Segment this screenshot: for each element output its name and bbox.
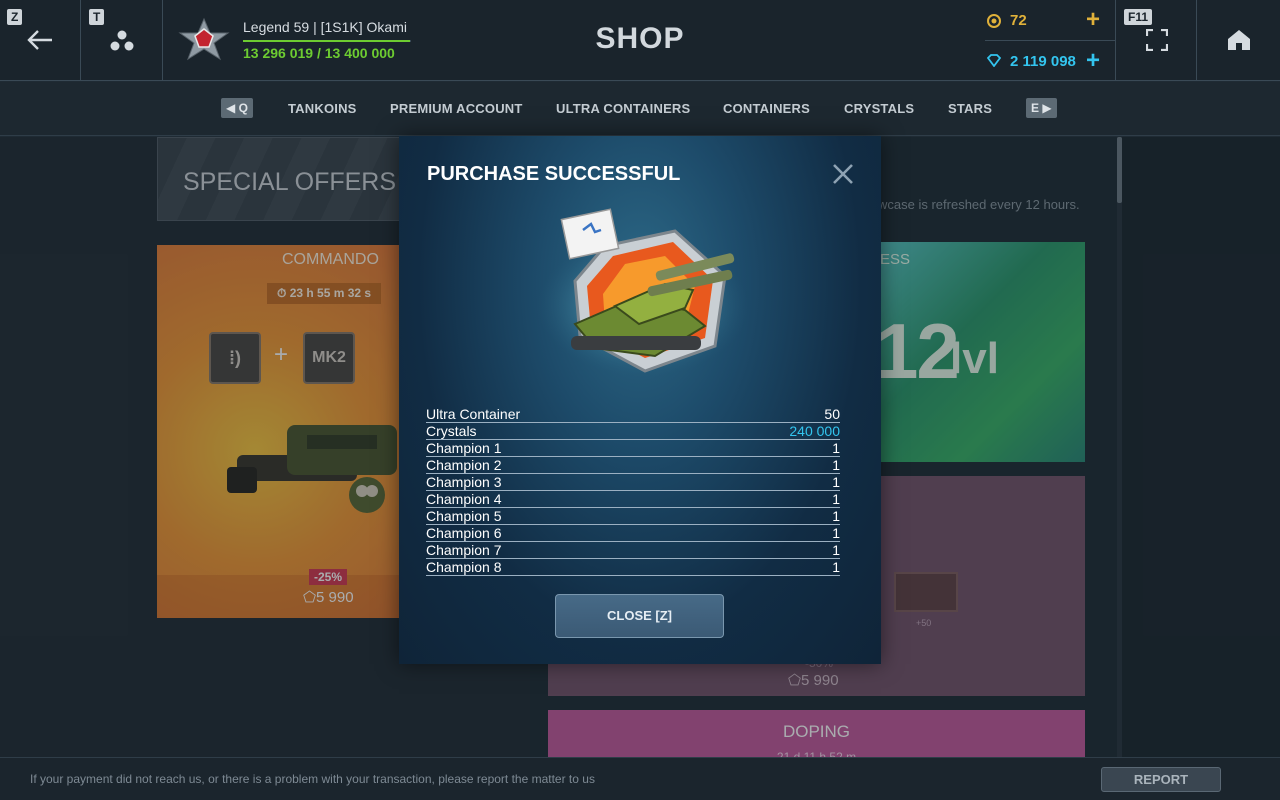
purchased-item-row: Champion 4 1: [426, 491, 840, 508]
top-bar: Z T Legend 59 | [1S1K] Okami 13 296 019 …: [0, 0, 1280, 81]
tab-ultra-containers[interactable]: ULTRA CONTAINERS: [556, 101, 690, 116]
purchased-item-row: Champion 1 1: [426, 440, 840, 457]
item-quantity: 1: [832, 542, 840, 558]
xp-value: 13 296 019 / 13 400 000: [243, 45, 395, 61]
purchased-item-row: Champion 5 1: [426, 508, 840, 525]
purchased-item-row: Crystals 240 000: [426, 423, 840, 440]
item-name: Champion 2: [426, 457, 502, 473]
home-button[interactable]: [1197, 0, 1280, 81]
ultra-container-image: [538, 208, 748, 376]
item-quantity: 1: [832, 440, 840, 456]
fullscreen-button[interactable]: F11: [1115, 0, 1197, 81]
item-name: Champion 6: [426, 525, 502, 541]
item-name: Ultra Container: [426, 406, 521, 422]
footer-bar: If your payment did not reach us, or the…: [0, 757, 1280, 800]
back-button[interactable]: Z: [0, 0, 81, 81]
group-icon: [110, 30, 134, 51]
item-quantity: 1: [832, 508, 840, 524]
prev-tab-hotkey[interactable]: ◀ Q: [221, 98, 253, 118]
close-dialog-button[interactable]: CLOSE [Z]: [555, 594, 724, 638]
tab-containers[interactable]: CONTAINERS: [723, 101, 810, 116]
report-button[interactable]: REPORT: [1101, 767, 1221, 792]
tab-crystals[interactable]: CRYSTALS: [844, 101, 914, 116]
next-tab-hotkey[interactable]: E ▶: [1026, 98, 1057, 118]
party-hotkey: T: [89, 9, 105, 25]
item-quantity: 1: [832, 525, 840, 541]
purchased-item-row: Champion 8 1: [426, 559, 840, 576]
payment-help-text: If your payment did not reach us, or the…: [30, 772, 595, 786]
close-icon[interactable]: [831, 162, 855, 186]
rank-badge-icon: [178, 17, 230, 61]
item-quantity: 1: [832, 559, 840, 575]
item-name: Champion 7: [426, 542, 502, 558]
item-quantity: 1: [832, 457, 840, 473]
arrow-left-icon: [27, 30, 52, 50]
prev-tab-key-label: Q: [238, 101, 248, 115]
item-quantity: 240 000: [789, 423, 840, 439]
xp-progress-bar: [243, 40, 411, 42]
item-name: Champion 3: [426, 474, 502, 490]
purchased-item-row: Champion 2 1: [426, 457, 840, 474]
tankoin-icon: [987, 14, 1001, 28]
fullscreen-icon: [1146, 29, 1168, 51]
tab-tankoins[interactable]: TANKOINS: [288, 101, 357, 116]
home-icon: [1228, 30, 1250, 50]
item-name: Champion 4: [426, 491, 502, 507]
tab-premium-account[interactable]: PREMIUM ACCOUNT: [390, 101, 523, 116]
tankoins-balance: 72: [1010, 12, 1027, 29]
purchase-success-dialog: PURCHASE SUCCESSFUL Ultra Container 50 Cry…: [399, 136, 881, 664]
crystals-balance: 2 119 098: [1010, 53, 1076, 70]
add-crystals-button[interactable]: +: [1086, 47, 1100, 75]
tab-stars[interactable]: STARS: [948, 101, 992, 116]
purchased-item-row: Champion 7 1: [426, 542, 840, 559]
item-quantity: 1: [832, 474, 840, 490]
item-name: Champion 5: [426, 508, 502, 524]
item-quantity: 50: [824, 406, 840, 422]
purchased-item-row: Champion 6 1: [426, 525, 840, 542]
item-name: Crystals: [426, 423, 477, 439]
next-tab-key-label: E: [1031, 101, 1040, 115]
fullscreen-hotkey: F11: [1124, 9, 1153, 25]
currency-divider: [985, 40, 1115, 41]
purchased-items-list: Ultra Container 50 Crystals 240 000 Champion…: [426, 406, 840, 576]
purchased-item-row: Ultra Container 50: [426, 406, 840, 423]
item-quantity: 1: [832, 491, 840, 507]
add-tankoins-button[interactable]: +: [1086, 6, 1100, 34]
dialog-title: PURCHASE SUCCESSFUL: [427, 163, 681, 185]
item-name: Champion 8: [426, 559, 502, 575]
crystal-icon: [987, 54, 1001, 67]
player-name: Legend 59 | [1S1K] Okami: [243, 19, 407, 35]
item-name: Champion 1: [426, 440, 502, 456]
shop-category-tabs: ◀ Q TANKOINS PREMIUM ACCOUNT ULTRA CONTA…: [0, 82, 1280, 136]
purchased-item-row: Champion 3 1: [426, 474, 840, 491]
party-button[interactable]: T: [81, 0, 163, 81]
back-hotkey: Z: [7, 9, 23, 25]
